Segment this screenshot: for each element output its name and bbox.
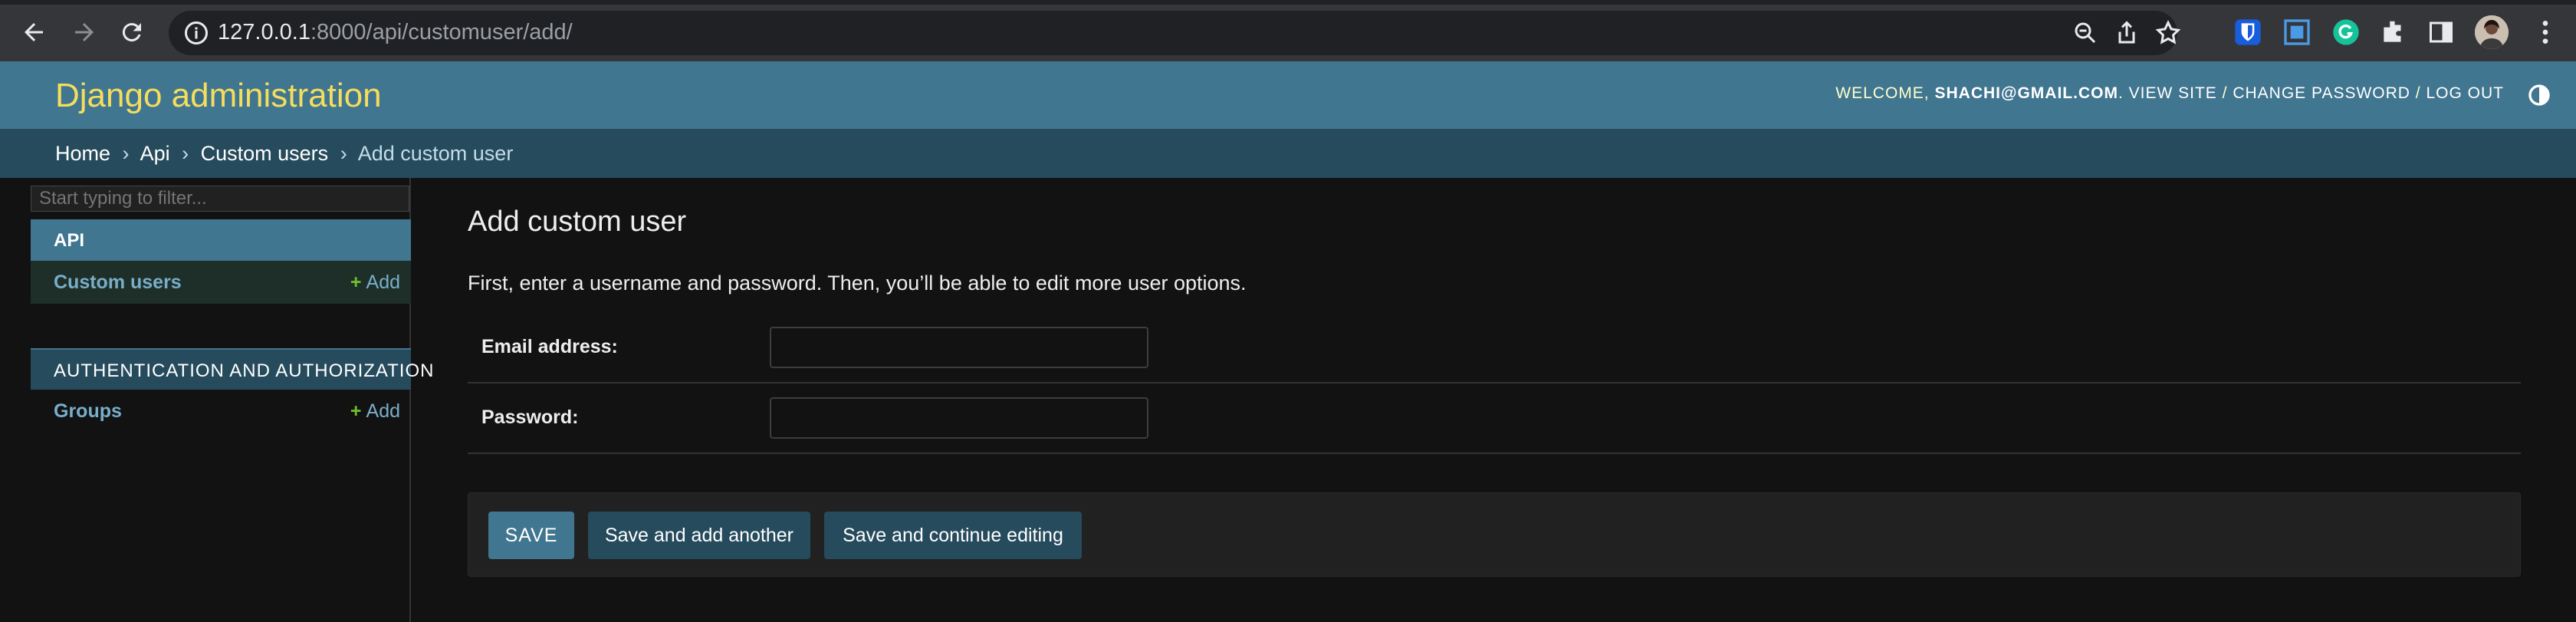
module-caption-auth[interactable]: AUTHENTICATION AND AUTHORIZATION — [31, 348, 433, 390]
email-field[interactable] — [770, 327, 1148, 368]
theme-toggle-icon[interactable] — [2527, 83, 2551, 107]
url-path: :8000/api/customuser/add/ — [310, 20, 573, 44]
page-title: Add custom user — [468, 206, 687, 238]
breadcrumb: Home › Api › Custom users › Add custom u… — [0, 129, 2576, 178]
breadcrumb-api[interactable]: Api — [140, 142, 170, 165]
site-branding[interactable]: Django administration — [55, 77, 382, 115]
tab-strip-edge — [0, 0, 2576, 5]
address-bar[interactable]: 127.0.0.1:8000/api/customuser/add/ — [169, 11, 2181, 55]
share-icon[interactable] — [2113, 19, 2141, 47]
breadcrumb-home[interactable]: Home — [55, 142, 110, 165]
bookmark-star-icon[interactable] — [2154, 19, 2182, 47]
site-header: Django administration Welcome, shachi@gm… — [0, 61, 2576, 129]
nav-filter-input[interactable] — [31, 186, 409, 212]
form-row-email: Email address: — [468, 313, 2521, 383]
plus-icon: + — [350, 400, 362, 422]
browser-toolbar: 127.0.0.1:8000/api/customuser/add/ — [0, 0, 2576, 61]
view-site-link[interactable]: View site — [2129, 84, 2217, 102]
add-custom-user-link[interactable]: + Add — [350, 272, 400, 294]
sidepanel-icon[interactable] — [2426, 17, 2456, 48]
welcome-text: Welcome, — [1835, 84, 1935, 102]
breadcrumb-separator: › — [122, 142, 130, 165]
module-caption-api[interactable]: API — [31, 219, 411, 261]
zoom-icon[interactable] — [2072, 19, 2099, 47]
submit-row: Save Save and add another Save and conti… — [468, 492, 2521, 577]
separator: / — [2410, 84, 2426, 102]
save-and-continue-button[interactable]: Save and continue editing — [824, 512, 1082, 559]
plus-icon: + — [350, 272, 362, 293]
profile-avatar[interactable] — [2475, 15, 2509, 49]
form-row-password: Password: — [468, 383, 2521, 454]
sidebar-item-groups[interactable]: Groups + Add — [31, 390, 411, 433]
user-tools: Welcome, shachi@gmail.com. View site / C… — [1835, 84, 2504, 103]
sidebar-item-label[interactable]: Custom users — [54, 272, 182, 293]
screenshot-icon[interactable] — [2282, 17, 2312, 48]
more-menu-icon[interactable] — [2530, 17, 2561, 48]
extensions-puzzle-icon[interactable] — [2378, 17, 2409, 48]
sidebar-item-custom-users[interactable]: Custom users + Add — [31, 261, 411, 304]
password-field[interactable] — [770, 397, 1148, 439]
save-and-add-another-button[interactable]: Save and add another — [588, 512, 810, 559]
add-group-link[interactable]: + Add — [350, 400, 400, 423]
reload-icon[interactable] — [113, 14, 150, 51]
breadcrumb-separator: › — [182, 142, 189, 165]
form-help-text: First, enter a username and password. Th… — [468, 272, 1247, 295]
back-arrow-icon[interactable] — [15, 14, 52, 51]
password-label: Password: — [481, 406, 579, 428]
add-label: Add — [366, 272, 400, 293]
add-label: Add — [366, 400, 400, 422]
nav-sidebar: API Custom users +Add AUTHENTICATION AND… — [31, 178, 433, 622]
breadcrumb-separator: › — [340, 142, 347, 165]
sidebar-item-label[interactable]: Groups — [54, 400, 122, 422]
breadcrumb-custom-users[interactable]: Custom users — [201, 142, 329, 165]
url-text[interactable]: 127.0.0.1:8000/api/customuser/add/ — [218, 20, 573, 45]
forward-arrow-icon[interactable] — [66, 14, 103, 51]
save-button[interactable]: Save — [488, 512, 574, 559]
separator: / — [2216, 84, 2233, 102]
bitwarden-icon[interactable] — [2233, 17, 2263, 48]
url-host: 127.0.0.1 — [218, 20, 310, 44]
change-password-link[interactable]: Change password — [2233, 84, 2410, 102]
log-out-link[interactable]: Log out — [2426, 84, 2504, 102]
username: shachi@gmail.com — [1934, 84, 2118, 102]
info-icon[interactable] — [182, 19, 210, 47]
breadcrumb-current: Add custom user — [357, 142, 514, 165]
welcome-end: . — [2118, 84, 2129, 102]
main-content: Add custom user First, enter a username … — [468, 178, 2521, 622]
email-label: Email address: — [481, 336, 618, 357]
grammarly-icon[interactable] — [2331, 17, 2361, 48]
